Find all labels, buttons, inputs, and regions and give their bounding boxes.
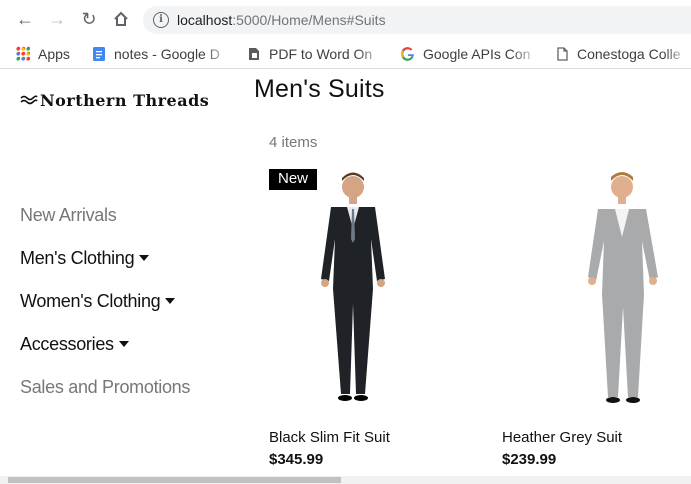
caret-down-icon [139,255,150,261]
product-name[interactable]: Heather Grey Suit [502,429,622,446]
pdf-icon [247,46,261,60]
product-image[interactable] [522,169,662,414]
new-badge: New [269,169,318,190]
sidebar-item-sales-and-promotions[interactable]: Sales and Promotions [20,377,190,398]
bookmark-label: notes - Google D [114,46,220,62]
waves-icon [20,95,38,105]
bookmark-google-apis[interactable]: Google APIs Con [401,44,539,64]
page-icon [555,46,569,61]
apps-grid-icon [16,46,30,61]
sidebar-item-label: New Arrivals [20,205,117,225]
product-card[interactable]: New Black Slim Fit Suit $345.99 [269,169,469,479]
product-price: $345.99 [269,451,324,468]
brand-logo[interactable]: Northern Threads [20,91,209,110]
brand-name: Northern Threads [40,91,210,110]
url-host: localhost [177,12,233,28]
page-title: Men's Suits [254,75,385,103]
address-url[interactable]: localhost:5000/Home/Mens#Suits [177,12,386,28]
item-count: 4 items [269,134,318,151]
google-icon [401,46,415,61]
google-docs-icon [92,46,106,61]
back-arrow-icon[interactable]: ← [14,8,36,30]
caret-down-icon [118,341,129,347]
sidebar-item-label: Sales and Promotions [20,377,191,397]
page-content: Northern Threads New Arrivals Men's Clot… [0,69,691,484]
bookmark-notes[interactable]: notes - Google D [92,44,232,64]
reload-icon[interactable]: ↻ [78,8,100,30]
caret-down-icon [165,298,176,304]
bookmark-conestoga[interactable]: Conestoga Colle [555,44,691,64]
address-bar[interactable]: i localhost:5000/Home/Mens#Suits [143,6,691,34]
bookmark-label: Conestoga Colle [577,46,681,62]
bookmark-pdf-to-word[interactable]: PDF to Word On [247,44,385,64]
site-info-icon[interactable]: i [153,12,169,28]
horizontal-scrollbar[interactable] [0,476,691,484]
sidebar-item-new-arrivals[interactable]: New Arrivals [20,205,117,226]
sidebar-item-accessories[interactable]: Accessories [20,334,129,355]
sidebar-item-label: Accessories [20,334,114,354]
url-path: :5000/Home/Mens#Suits [232,12,386,28]
bookmark-apps[interactable]: Apps [16,44,86,64]
sidebar-item-mens-clothing[interactable]: Men's Clothing [20,248,150,269]
home-icon[interactable] [110,8,132,30]
browser-toolbar: ← → ↻ i localhost:5000/Home/Mens#Suits [0,0,691,40]
bookmark-label: Apps [38,46,70,62]
bookmark-label: Google APIs Con [423,46,531,62]
product-image[interactable] [289,169,429,414]
sidebar-item-womens-clothing[interactable]: Women's Clothing [20,291,176,312]
product-price: $239.99 [502,451,557,468]
sidebar-item-label: Women's Clothing [20,291,161,311]
scrollbar-thumb[interactable] [8,477,341,483]
sidebar-item-label: Men's Clothing [20,248,135,268]
bookmark-label: PDF to Word On [269,46,373,62]
bookmarks-bar: Apps notes - Google D PDF to Word On Goo… [0,40,691,69]
forward-arrow-icon[interactable]: → [46,8,68,30]
product-card[interactable]: Heather Grey Suit $239.99 [502,169,691,479]
product-name[interactable]: Black Slim Fit Suit [269,429,390,446]
